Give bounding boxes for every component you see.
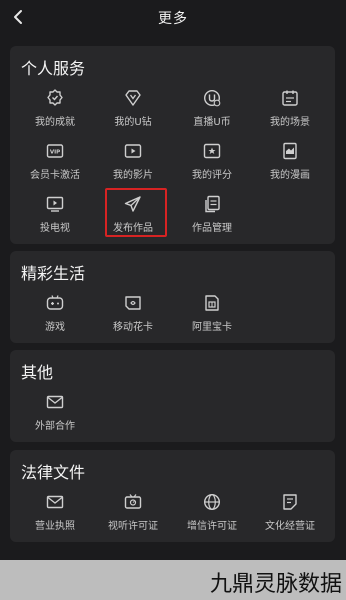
gamepad-icon (46, 295, 64, 310)
ali-card-icon (205, 295, 219, 311)
chevron-left-icon (14, 10, 22, 24)
menu-item-label: 外部合作 (35, 421, 75, 432)
menu-item-my-scenes[interactable]: 我的场景 (255, 87, 325, 131)
menu-item-label: 视听许可证 (108, 521, 158, 532)
menu-item-label: 我的评分 (192, 170, 232, 181)
menu-item-vip-card-activation[interactable]: VIP 会员卡激活 (20, 140, 90, 184)
globe-icon (203, 493, 221, 511)
menu-item-label: 投电视 (40, 223, 70, 234)
menu-item-label: 我的U钻 (114, 117, 152, 128)
section-personal-services: 个人服务 我的成就 我的U钻 直播U币 我的场景 VIP 会员卡激活 我的影片 … (10, 46, 335, 244)
menu-item-label: 移动花卡 (113, 322, 153, 333)
highlight-box (105, 188, 167, 237)
coin-icon (203, 89, 221, 107)
calendar-icon (282, 90, 298, 106)
video-icon (124, 144, 142, 158)
tv-cast-icon (46, 196, 64, 212)
back-button[interactable] (8, 6, 28, 28)
page-title: 更多 (158, 11, 188, 27)
menu-item-live-u-coin[interactable]: 直播U币 (177, 87, 247, 131)
menu-item-label: 增信许可证 (187, 521, 237, 532)
document-icon (283, 494, 297, 510)
manage-works-icon (205, 195, 220, 213)
section-title: 法律文件 (21, 463, 86, 482)
menu-item-audiovisual-license[interactable]: 视听许可证 (98, 491, 168, 535)
sim-card-icon (125, 296, 141, 310)
menu-item-culture-business-license[interactable]: 文化经营证 (255, 491, 325, 535)
section-other: 其他 外部合作 (10, 350, 335, 442)
menu-item-cast-to-tv[interactable]: 投电视 (20, 193, 90, 237)
menu-item-ali-treasure-card[interactable]: 阿里宝卡 (177, 292, 247, 336)
menu-item-external-cooperation[interactable]: 外部合作 (20, 391, 90, 435)
menu-item-my-u-diamond[interactable]: 我的U钻 (98, 87, 168, 131)
comic-icon (283, 142, 297, 160)
menu-item-mobile-flower-card[interactable]: 移动花卡 (98, 292, 168, 336)
tv-license-icon (124, 494, 142, 509)
menu-item-label: 阿里宝卡 (192, 322, 232, 333)
mail-icon (46, 495, 64, 509)
section-title: 其他 (21, 363, 54, 382)
svg-text:VIP: VIP (50, 150, 60, 156)
mail-icon (46, 395, 64, 409)
menu-item-manage-works[interactable]: 作品管理 (177, 193, 247, 237)
section-legal-documents: 法律文件 营业执照 视听许可证 增信许可证 文化经营证 (10, 450, 335, 542)
rating-icon (203, 143, 221, 159)
menu-item-my-achievements[interactable]: 我的成就 (20, 87, 90, 131)
top-bar: 更多 (0, 0, 346, 36)
vip-card-icon: VIP (46, 144, 64, 158)
menu-item-label: 我的成就 (35, 117, 75, 128)
menu-item-my-comics[interactable]: 我的漫画 (255, 140, 325, 184)
watermark-text: 九鼎灵脉数据 (209, 572, 342, 597)
menu-item-my-videos[interactable]: 我的影片 (98, 140, 168, 184)
menu-item-label: 营业执照 (35, 521, 75, 532)
menu-item-label: 我的影片 (113, 170, 153, 181)
diamond-icon (125, 90, 141, 106)
menu-item-value-added-license[interactable]: 增信许可证 (177, 491, 247, 535)
menu-item-label: 我的场景 (270, 117, 310, 128)
menu-item-label: 直播U币 (193, 117, 231, 128)
menu-item-my-ratings[interactable]: 我的评分 (177, 140, 247, 184)
menu-item-label: 游戏 (45, 322, 65, 333)
menu-item-label: 文化经营证 (265, 521, 315, 532)
section-title: 精彩生活 (21, 264, 86, 283)
section-wonderful-life: 精彩生活 游戏 移动花卡 阿里宝卡 (10, 251, 335, 343)
section-title: 个人服务 (21, 59, 86, 78)
menu-item-label: 作品管理 (192, 223, 232, 234)
menu-item-label: 会员卡激活 (30, 170, 80, 181)
menu-item-label: 我的漫画 (270, 170, 310, 181)
menu-item-business-license[interactable]: 营业执照 (20, 491, 90, 535)
medal-icon (47, 89, 63, 106)
menu-item-games[interactable]: 游戏 (20, 292, 90, 336)
